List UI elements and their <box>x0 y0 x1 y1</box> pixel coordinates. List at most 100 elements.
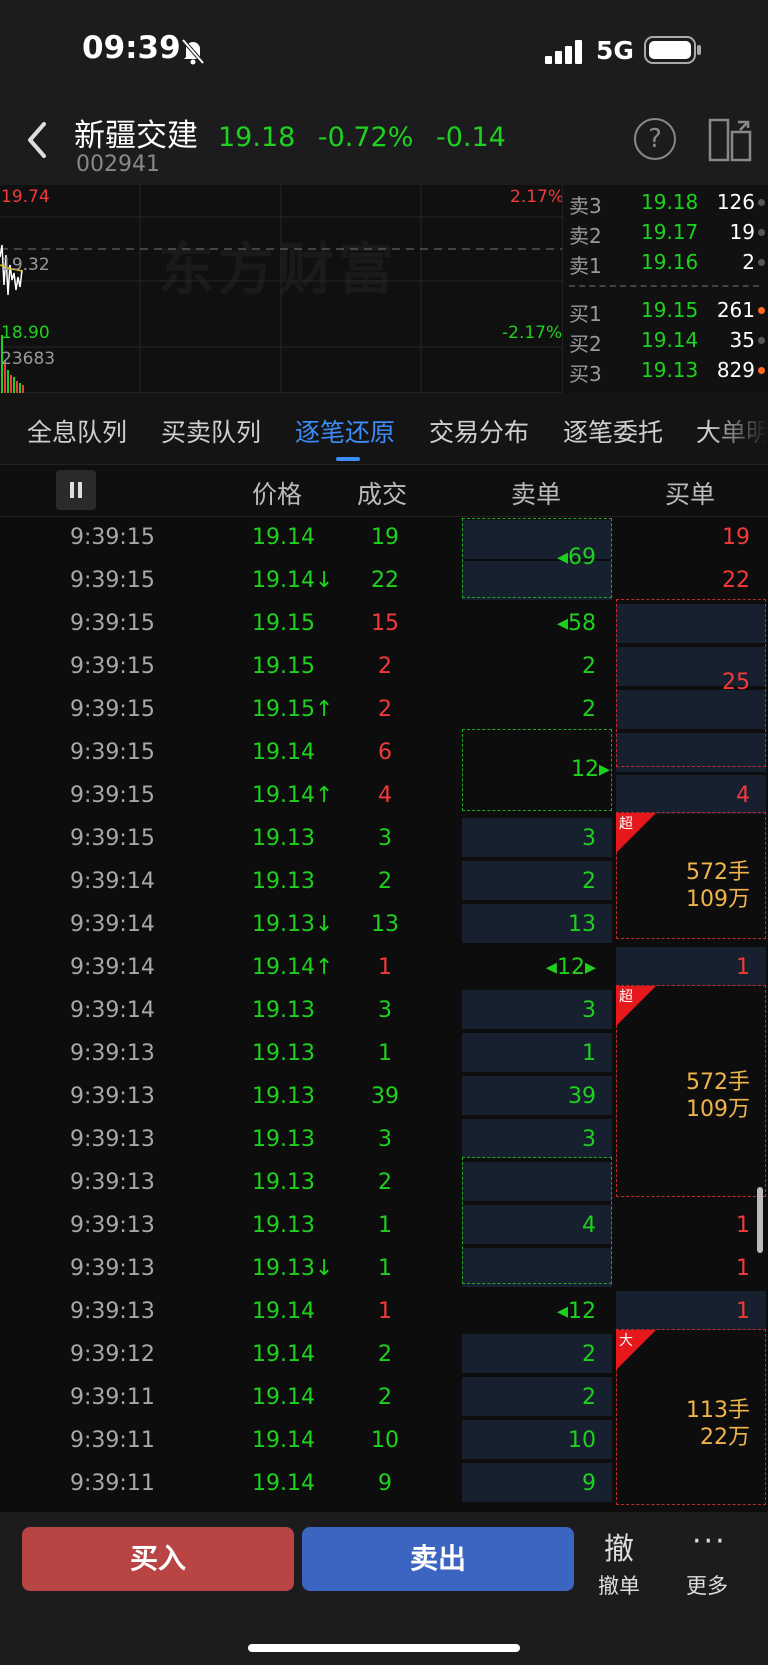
trade-buy: 1 <box>736 955 750 980</box>
trade-volume: 1 <box>378 1213 392 1238</box>
trade-volume: 2 <box>378 869 392 894</box>
col-volume: 成交 <box>357 480 408 509</box>
trade-row: 9:39:13 19.13 39 39 <box>0 1076 768 1119</box>
trade-price: 19.14 <box>252 525 315 550</box>
ask-qty: 2 <box>742 250 755 274</box>
tab-tick-restore[interactable]: 逐笔还原 <box>295 413 395 449</box>
change-amount: -0.14 <box>436 122 506 153</box>
trade-sell: 1 <box>582 1041 596 1066</box>
trade-volume: 2 <box>378 1170 392 1195</box>
layout-switch-icon[interactable] <box>708 118 752 162</box>
tab-bid-ask-queue[interactable]: 买卖队列 <box>161 413 261 449</box>
chart-volume: 23683 <box>1 349 56 369</box>
trade-sell: 3 <box>582 1127 596 1152</box>
trade-volume: 1 <box>378 1041 392 1066</box>
trade-sell: 2 <box>582 869 596 894</box>
trade-sell: 4 <box>582 1213 596 1238</box>
trade-volume: 1 <box>378 1299 392 1324</box>
dot-icon <box>758 307 765 314</box>
bid-label: 买2 <box>569 332 602 356</box>
sell-button[interactable]: 卖出 <box>302 1527 574 1591</box>
trade-sell: ◂12 <box>556 1299 596 1324</box>
trade-volume: 1 <box>378 955 392 980</box>
bid-row: 买3 19.13 829 <box>569 358 765 388</box>
trade-price: 19.14 <box>252 1385 315 1410</box>
bid-qty: 35 <box>729 328 755 352</box>
ask-row: 卖2 19.17 19 <box>569 220 765 250</box>
trade-price: 19.13 <box>252 1084 315 1109</box>
trade-sell: 39 <box>568 1084 596 1109</box>
trade-volume: 1 <box>378 1256 392 1281</box>
trade-price: 19.13 <box>252 1170 315 1195</box>
ask-qty: 126 <box>716 190 755 214</box>
trade-list[interactable]: ◂69 25 12▸ 超 572手 109万 超 572手 109万 大 113… <box>0 517 768 1512</box>
column-header: 价格 成交 卖单 买单 <box>0 465 768 517</box>
trade-sell: 2 <box>582 697 596 722</box>
trade-row: 9:39:13 19.13 1 4 1 <box>0 1205 768 1248</box>
more-label[interactable]: 更多 <box>686 1570 728 1600</box>
network-type: 5G <box>596 36 634 65</box>
trade-time: 9:39:13 <box>70 1299 155 1324</box>
trade-sell: ◂12▸ <box>545 955 596 980</box>
status-bar: 09:39 5G <box>0 0 768 100</box>
trade-volume: 22 <box>371 568 399 593</box>
trade-time: 9:39:15 <box>70 525 155 550</box>
trade-sell: 3 <box>582 998 596 1023</box>
trade-volume: 2 <box>378 654 392 679</box>
back-icon[interactable] <box>22 118 52 162</box>
trade-time: 9:39:15 <box>70 826 155 851</box>
dot-icon <box>758 337 765 344</box>
trade-time: 9:39:11 <box>70 1428 155 1453</box>
help-icon[interactable]: ? <box>634 118 676 160</box>
trade-price: 19.14↑ <box>252 783 334 808</box>
bid-label: 买3 <box>569 362 602 386</box>
trade-row: 9:39:11 19.14 9 9 <box>0 1463 768 1506</box>
chart-canvas <box>0 185 562 393</box>
ask-price: 19.17 <box>641 220 699 244</box>
trade-row: 9:39:15 19.15 2 2 <box>0 646 768 689</box>
order-book[interactable]: 卖3 19.18 126 卖2 19.17 19 卖1 19.16 2 买1 1… <box>562 185 768 393</box>
stock-name: 新疆交建 <box>74 118 198 154</box>
home-indicator <box>248 1644 520 1652</box>
tab-bar: 全息队列 买卖队列 逐笔还原 交易分布 逐笔委托 大单明 <box>0 393 768 465</box>
trade-sell: 2 <box>582 654 596 679</box>
ask-row: 卖1 19.16 2 <box>569 250 765 280</box>
trade-row: 9:39:15 19.15↑ 2 2 <box>0 689 768 732</box>
trade-buy: 1 <box>736 1256 750 1281</box>
ask-qty: 19 <box>729 220 755 244</box>
buy-button[interactable]: 买入 <box>22 1527 294 1591</box>
chart-low: 18.90 <box>1 323 50 343</box>
scrollbar[interactable] <box>757 1187 763 1253</box>
trade-price: 19.14↓ <box>252 568 334 593</box>
trade-volume: 10 <box>371 1428 399 1453</box>
bid-price: 19.13 <box>641 358 699 382</box>
trade-sell: 9 <box>582 1471 596 1496</box>
chart-high: 19.74 <box>1 187 50 207</box>
tab-fade <box>708 393 768 464</box>
stock-code: 002941 <box>76 152 160 177</box>
dot-icon <box>758 199 765 206</box>
trade-row: 9:39:11 19.14 2 2 <box>0 1377 768 1420</box>
tab-tick-orders[interactable]: 逐笔委托 <box>563 413 663 449</box>
ask-price: 19.16 <box>641 250 699 274</box>
trade-price: 19.14 <box>252 1471 315 1496</box>
trade-time: 9:39:11 <box>70 1385 155 1410</box>
cancel-order-icon[interactable]: 撤 <box>604 1524 634 1568</box>
trade-price: 19.15 <box>252 611 315 636</box>
trade-row: 9:39:13 19.13 1 1 <box>0 1033 768 1076</box>
trade-time: 9:39:14 <box>70 869 155 894</box>
intraday-chart[interactable]: 东方财富 19.74 2.17% 19.32 18.90 -2.17% 2368… <box>0 185 564 393</box>
trade-volume: 4 <box>378 783 392 808</box>
tab-trade-distribution[interactable]: 交易分布 <box>429 413 529 449</box>
trade-time: 9:39:14 <box>70 955 155 980</box>
bid-price: 19.14 <box>641 328 699 352</box>
dot-icon <box>758 259 765 266</box>
pause-icon[interactable] <box>56 470 96 510</box>
trade-time: 9:39:15 <box>70 697 155 722</box>
cancel-order-label[interactable]: 撤单 <box>598 1570 640 1600</box>
trade-volume: 15 <box>371 611 399 636</box>
more-icon[interactable]: ··· <box>692 1524 727 1559</box>
status-time: 09:39 <box>82 30 181 66</box>
tab-full-queue[interactable]: 全息队列 <box>27 413 127 449</box>
ask-row: 卖3 19.18 126 <box>569 190 765 220</box>
